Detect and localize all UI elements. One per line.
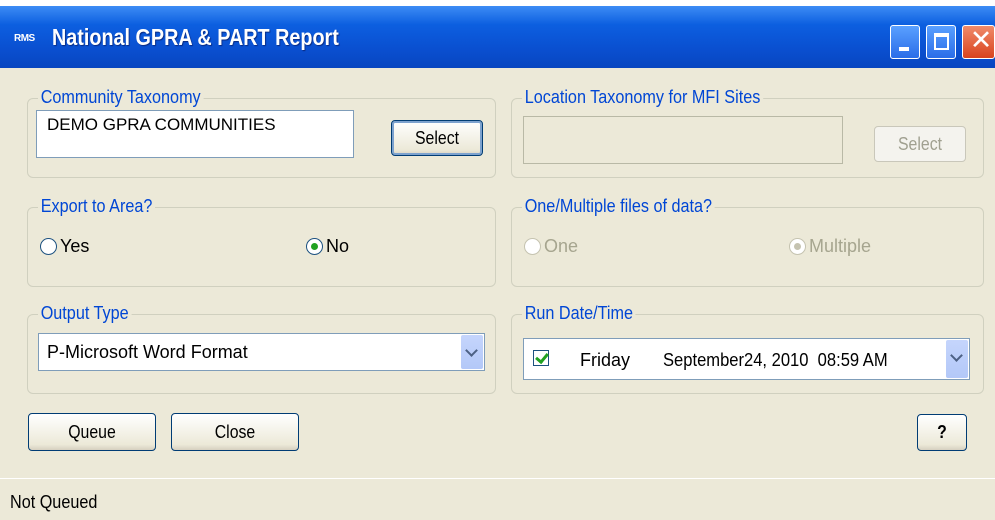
files-legend: One/Multiple files of data? xyxy=(522,196,715,217)
location-taxonomy-field xyxy=(523,116,843,164)
files-one-label: One xyxy=(544,236,579,256)
title-bar[interactable]: RMS National GPRA & PART Report ✕ xyxy=(0,0,995,68)
maximize-icon xyxy=(934,33,949,50)
community-taxonomy-group: Community Taxonomy DEMO GPRA COMMUNITIES… xyxy=(27,87,496,178)
minimize-icon xyxy=(899,47,909,51)
report-dialog: RMS National GPRA & PART Report ✕ Commun… xyxy=(0,0,995,520)
close-button[interactable]: Close xyxy=(171,413,299,451)
chevron-down-icon[interactable] xyxy=(946,340,968,378)
export-no-radio[interactable]: No xyxy=(306,236,349,257)
export-yes-label: Yes xyxy=(60,236,90,256)
run-date-group: Run Date/Time Friday September24, 2010 0… xyxy=(511,303,984,394)
location-taxonomy-legend: Location Taxonomy for MFI Sites xyxy=(522,87,764,108)
window-title: National GPRA & PART Report xyxy=(52,24,339,50)
community-select-label: Select xyxy=(414,128,460,148)
radio-unchecked-icon xyxy=(40,238,57,255)
output-type-legend: Output Type xyxy=(38,303,132,324)
close-label: Close xyxy=(214,422,256,442)
output-type-value: P-Microsoft Word Format xyxy=(47,342,248,362)
files-multiple-label: Multiple xyxy=(809,236,872,256)
close-icon: ✕ xyxy=(969,25,993,56)
status-text: Not Queued xyxy=(10,492,98,512)
location-taxonomy-group: Location Taxonomy for MFI Sites Select xyxy=(511,87,984,178)
run-date-picker[interactable]: Friday September24, 2010 08:59 AM xyxy=(523,338,970,380)
output-type-group: Output Type P-Microsoft Word Format xyxy=(27,303,496,394)
community-select-button[interactable]: Select xyxy=(391,120,483,156)
status-bar: Not Queued xyxy=(0,478,995,520)
output-type-select[interactable]: P-Microsoft Word Format xyxy=(38,333,485,371)
community-taxonomy-legend: Community Taxonomy xyxy=(38,87,204,108)
run-date-day: Friday xyxy=(580,350,631,370)
files-one-radio: One xyxy=(524,236,578,257)
help-label: ? xyxy=(937,422,947,442)
export-area-legend: Export to Area? xyxy=(38,196,156,217)
community-taxonomy-field[interactable]: DEMO GPRA COMMUNITIES xyxy=(36,110,354,158)
minimize-button[interactable] xyxy=(890,25,920,59)
queue-label: Queue xyxy=(68,422,116,442)
location-select-button: Select xyxy=(874,126,966,162)
export-yes-radio[interactable]: Yes xyxy=(40,236,89,257)
chevron-down-icon[interactable] xyxy=(461,335,483,369)
help-button[interactable]: ? xyxy=(917,414,967,451)
radio-unchecked-icon xyxy=(524,238,541,255)
radio-checked-icon xyxy=(306,238,323,255)
export-area-group: Export to Area? Yes No xyxy=(27,196,496,287)
run-date-datetime: September24, 2010 08:59 AM xyxy=(663,350,888,370)
close-window-button[interactable]: ✕ xyxy=(962,25,995,59)
radio-checked-icon xyxy=(789,238,806,255)
files-group: One/Multiple files of data? One Multiple xyxy=(511,196,984,287)
files-multiple-radio: Multiple xyxy=(789,236,871,257)
run-date-checkbox[interactable] xyxy=(533,350,549,366)
export-no-label: No xyxy=(326,236,350,256)
maximize-button[interactable] xyxy=(926,25,956,59)
location-select-label: Select xyxy=(897,134,943,154)
run-date-legend: Run Date/Time xyxy=(522,303,636,324)
queue-button[interactable]: Queue xyxy=(28,413,156,451)
app-icon: RMS xyxy=(14,33,35,44)
